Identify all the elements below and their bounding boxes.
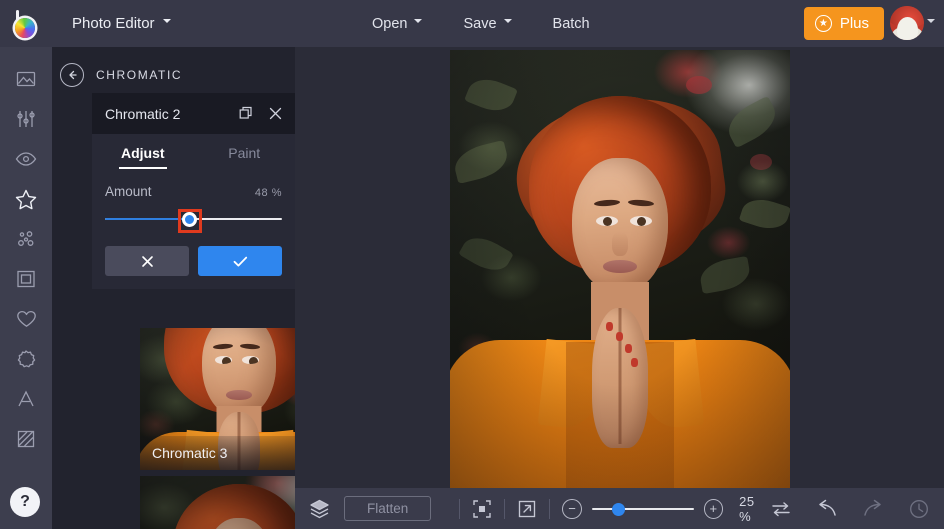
effect-name-label: Chromatic 2	[105, 106, 180, 122]
amount-label: Amount	[105, 184, 152, 199]
cancel-button[interactable]	[105, 246, 189, 276]
avatar	[890, 6, 924, 40]
zoom-slider-track	[592, 508, 694, 510]
text-a-icon	[15, 388, 37, 410]
star-icon	[14, 188, 38, 211]
tab-paint-label: Paint	[228, 145, 260, 161]
zoom-level-label: 25 %	[739, 494, 770, 524]
top-bar: Photo Editor Open Save Batch ★ Plus	[0, 0, 944, 47]
sidebar-item-textures[interactable]	[0, 419, 52, 459]
fit-to-screen-icon[interactable]	[472, 499, 492, 519]
app-logo[interactable]	[0, 0, 52, 47]
thumbnail-label: Chromatic 3	[140, 436, 295, 470]
list-item[interactable]: Chromatic 4	[140, 476, 295, 529]
dots-cluster-icon	[15, 228, 37, 250]
duplicate-icon[interactable]	[239, 106, 254, 121]
amount-slider[interactable]	[105, 208, 282, 230]
expand-arrow-icon[interactable]	[517, 499, 537, 519]
save-menu-button[interactable]: Save	[451, 9, 524, 39]
compare-swap-icon[interactable]	[770, 499, 792, 519]
photo-image	[450, 50, 790, 488]
help-button[interactable]: ?	[10, 487, 40, 517]
help-label: ?	[20, 493, 30, 511]
sidebar-item-image[interactable]	[0, 59, 52, 99]
image-icon	[15, 68, 37, 90]
open-menu-button[interactable]: Open	[360, 9, 435, 39]
eye-icon	[14, 148, 38, 170]
batch-button[interactable]: Batch	[541, 9, 602, 39]
close-icon[interactable]	[268, 106, 283, 121]
befunky-logo-icon	[12, 10, 40, 38]
plus-upgrade-button[interactable]: ★ Plus	[804, 7, 884, 40]
star-badge-icon: ★	[815, 15, 832, 32]
plus-label: Plus	[840, 15, 869, 32]
history-clock-icon[interactable]	[908, 498, 930, 520]
sidebar-item-edit[interactable]	[0, 99, 52, 139]
card-header: Chromatic 2	[92, 93, 295, 134]
check-icon	[232, 254, 249, 269]
flatten-label: Flatten	[367, 501, 408, 516]
bottom-toolbar: Flatten − + 25 %	[295, 488, 944, 529]
page-title: CHROMATIC	[96, 68, 182, 82]
sidebar-item-artsy[interactable]	[0, 219, 52, 259]
effect-settings-card: Chromatic 2 Adjust	[92, 93, 295, 289]
undo-icon[interactable]	[816, 499, 838, 519]
save-menu-label: Save	[463, 16, 496, 32]
app-title-label: Photo Editor	[72, 15, 155, 32]
zoom-slider-thumb[interactable]	[612, 503, 625, 516]
chevron-down-icon	[504, 19, 513, 28]
sidebar-item-graphics[interactable]	[0, 339, 52, 379]
chevron-down-icon	[163, 19, 172, 28]
sliders-icon	[15, 108, 37, 130]
divider	[504, 499, 505, 519]
sidebar-item-overlays[interactable]	[0, 299, 52, 339]
amount-slider-thumb[interactable]	[182, 212, 197, 227]
adjust-panel-body: Amount 48 %	[92, 172, 295, 289]
list-item[interactable]: Chromatic 3	[140, 328, 295, 470]
thumbnail-preview	[140, 476, 295, 529]
amount-value: 48 %	[255, 187, 282, 199]
arrow-left-circle-icon[interactable]	[60, 63, 84, 87]
layers-icon[interactable]	[309, 498, 330, 519]
top-menu-group: Open Save Batch	[360, 0, 602, 47]
flatten-button[interactable]: Flatten	[344, 496, 431, 521]
texture-icon	[15, 428, 37, 450]
close-icon	[140, 254, 155, 269]
sidebar-item-effects[interactable]	[0, 179, 52, 219]
account-menu[interactable]	[890, 6, 936, 40]
zoom-out-button[interactable]: −	[562, 499, 582, 519]
frame-icon	[15, 268, 37, 290]
chevron-down-icon	[414, 19, 423, 28]
photo-canvas[interactable]	[450, 50, 790, 488]
divider	[549, 499, 550, 519]
divider	[459, 499, 460, 519]
sidebar-item-text[interactable]	[0, 379, 52, 419]
card-tabs: Adjust Paint	[92, 134, 295, 172]
tab-adjust[interactable]: Adjust	[92, 134, 194, 172]
confirm-button[interactable]	[198, 246, 282, 276]
photo-editor-app: Photo Editor Open Save Batch ★ Plus	[0, 0, 944, 529]
left-tool-rail: ?	[0, 47, 52, 529]
effects-panel: CHROMATIC Chromatic 2	[52, 47, 295, 529]
canvas-area[interactable]	[295, 47, 944, 488]
heart-icon	[15, 308, 38, 330]
amount-slider-fill	[105, 218, 190, 220]
open-menu-label: Open	[372, 16, 407, 32]
sidebar-item-frames[interactable]	[0, 259, 52, 299]
effect-thumbnail-list: Chromatic 3	[140, 328, 295, 529]
app-title-dropdown[interactable]: Photo Editor	[60, 8, 184, 39]
chevron-down-icon	[927, 19, 936, 28]
badge-icon	[15, 348, 37, 370]
zoom-in-button[interactable]: +	[704, 499, 724, 519]
tab-paint[interactable]: Paint	[194, 134, 296, 172]
batch-label: Batch	[553, 16, 590, 32]
tab-adjust-label: Adjust	[121, 145, 165, 161]
sidebar-item-touchup[interactable]	[0, 139, 52, 179]
redo-icon[interactable]	[862, 499, 884, 519]
zoom-slider[interactable]	[592, 499, 694, 519]
